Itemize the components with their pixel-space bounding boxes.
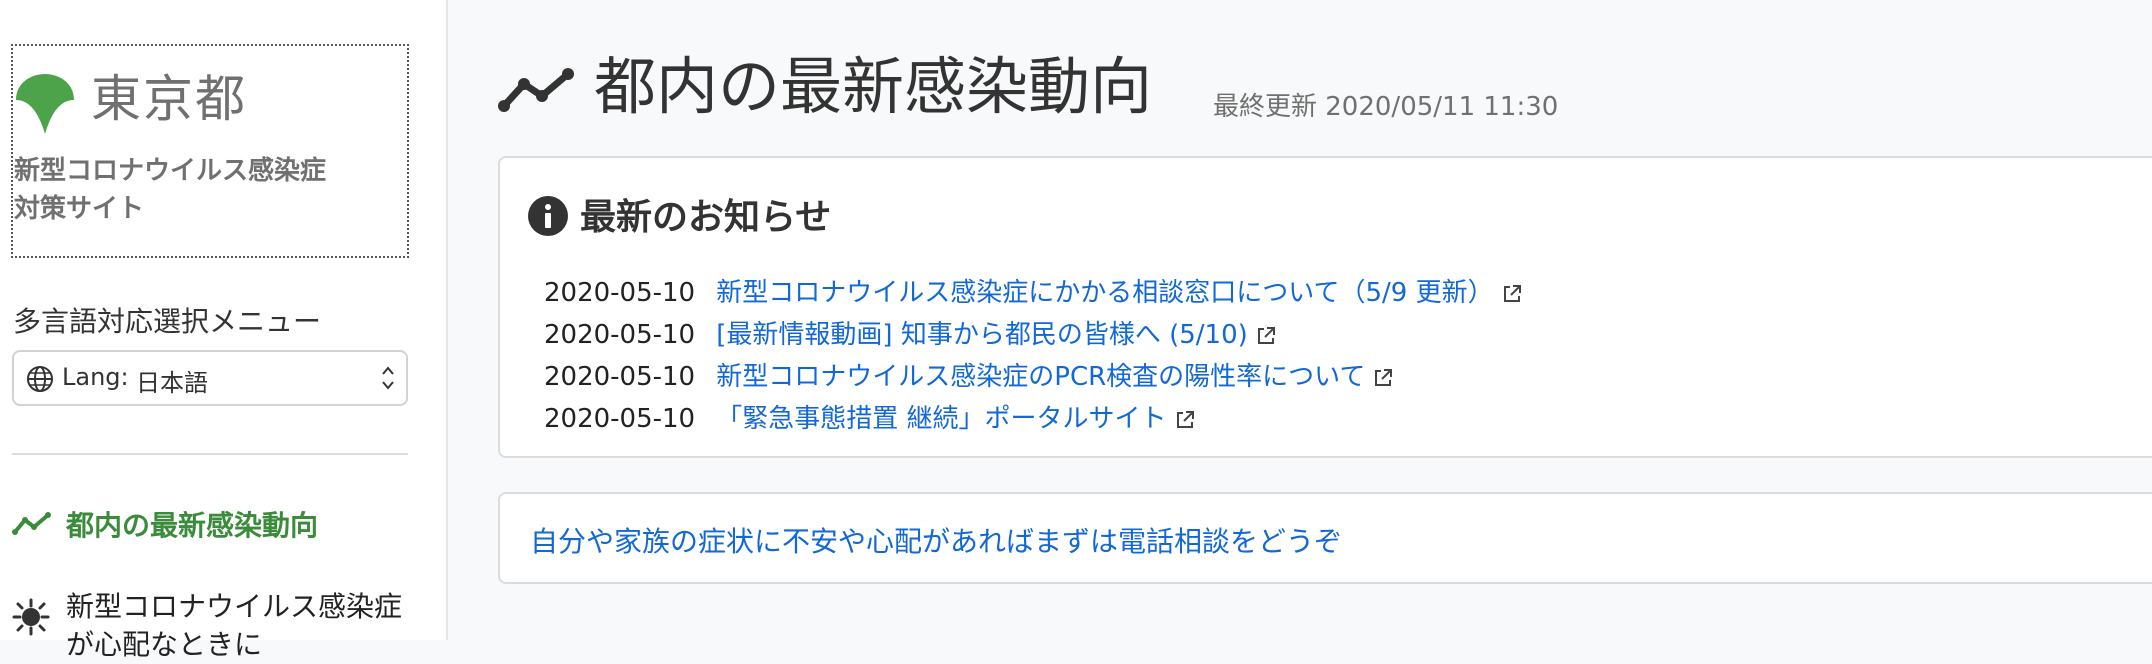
site-title-line-1: 新型コロナウイルス感染症 (14, 156, 327, 186)
page-title: 都内の最新感染動向 (594, 50, 1153, 123)
language-select-prefix: Lang: (62, 363, 129, 391)
news-item: 2020-05-10 新型コロナウイルス感染症にかかる相談窓口について（5/9 … (544, 272, 1522, 314)
news-card: 最新のお知らせ 2020-05-10 新型コロナウイルス感染症にかかる相談窓口に… (498, 156, 2152, 458)
language-menu-label: 多言語対応選択メニュー (13, 305, 322, 338)
external-link-icon (1503, 284, 1521, 302)
sidebar-divider (12, 453, 408, 455)
news-item: 2020-05-10 新型コロナウイルス感染症のPCR検査の陽性率について (544, 356, 1522, 398)
language-select-value: 日本語 (136, 369, 208, 397)
sidebar-item-label: 新型コロナウイルス感染症 が心配なときに (66, 588, 402, 664)
news-date: 2020-05-10 (544, 320, 696, 350)
site-title-line-2: 対策サイト (14, 194, 145, 224)
site-logo-link[interactable]: 東京都 新型コロナウイルス感染症 対策サイト (11, 44, 409, 258)
main-content: 都内の最新感染動向 最終更新 2020/05/11 11:30 最新のお知らせ … (448, 0, 2152, 640)
site-title: 新型コロナウイルス感染症 対策サイト (14, 152, 326, 228)
sidebar-item-label-line-1: 新型コロナウイルス感染症 (66, 590, 403, 623)
tokyo-logo-text: 東京都 (91, 70, 247, 128)
trend-chart-icon (12, 512, 51, 535)
news-date: 2020-05-10 (544, 362, 696, 392)
sidebar-item-label-line-2: が心配なときに (66, 628, 263, 661)
news-item: 2020-05-10 「緊急事態措置 継続」ポータルサイト (544, 398, 1522, 440)
news-link[interactable]: 新型コロナウイルス感染症のPCR検査の陽性率について (716, 362, 1393, 392)
phone-consultation-card[interactable]: 自分や家族の症状に不安や心配があればまずは電話相談をどうぞ (498, 492, 2152, 584)
tokyo-ginkgo-logo-icon (16, 74, 74, 134)
phone-consultation-link[interactable]: 自分や家族の症状に不安や心配があればまずは電話相談をどうぞ (530, 520, 1342, 560)
trend-chart-icon (498, 68, 574, 112)
news-link[interactable]: [最新情報動画] 知事から都民の皆様へ (5/10) (716, 320, 1276, 350)
external-link-icon (1176, 410, 1194, 428)
news-link-text: 「緊急事態措置 継続」ポータルサイト (716, 404, 1167, 434)
news-link-text: 新型コロナウイルス感染症にかかる相談窓口について（5/9 更新） (716, 278, 1494, 308)
language-select[interactable]: Lang: 日本語 (12, 350, 408, 406)
news-title: 最新のお知らせ (580, 197, 832, 238)
external-link-icon (1375, 368, 1393, 386)
news-link-text: [最新情報動画] 知事から都民の皆様へ (5/10) (716, 320, 1248, 350)
last-updated: 最終更新 2020/05/11 11:30 (1213, 92, 1559, 122)
info-icon (528, 196, 568, 236)
sidebar: 東京都 新型コロナウイルス感染症 対策サイト 多言語対応選択メニュー Lang:… (0, 0, 448, 661)
globe-icon (27, 366, 53, 392)
external-link-icon (1257, 326, 1275, 344)
sidebar-item-label: 都内の最新感染動向 (66, 509, 319, 542)
news-link[interactable]: 新型コロナウイルス感染症にかかる相談窓口について（5/9 更新） (716, 278, 1521, 308)
news-list: 2020-05-10 新型コロナウイルス感染症にかかる相談窓口について（5/9 … (544, 272, 1522, 440)
select-chevron-icon (382, 366, 394, 390)
news-item: 2020-05-10 [最新情報動画] 知事から都民の皆様へ (5/10) (544, 314, 1522, 356)
virus-icon (12, 598, 50, 636)
news-date: 2020-05-10 (544, 404, 696, 434)
news-link[interactable]: 「緊急事態措置 継続」ポータルサイト (716, 404, 1194, 434)
news-link-text: 新型コロナウイルス感染症のPCR検査の陽性率について (716, 362, 1366, 392)
news-date: 2020-05-10 (544, 278, 696, 308)
